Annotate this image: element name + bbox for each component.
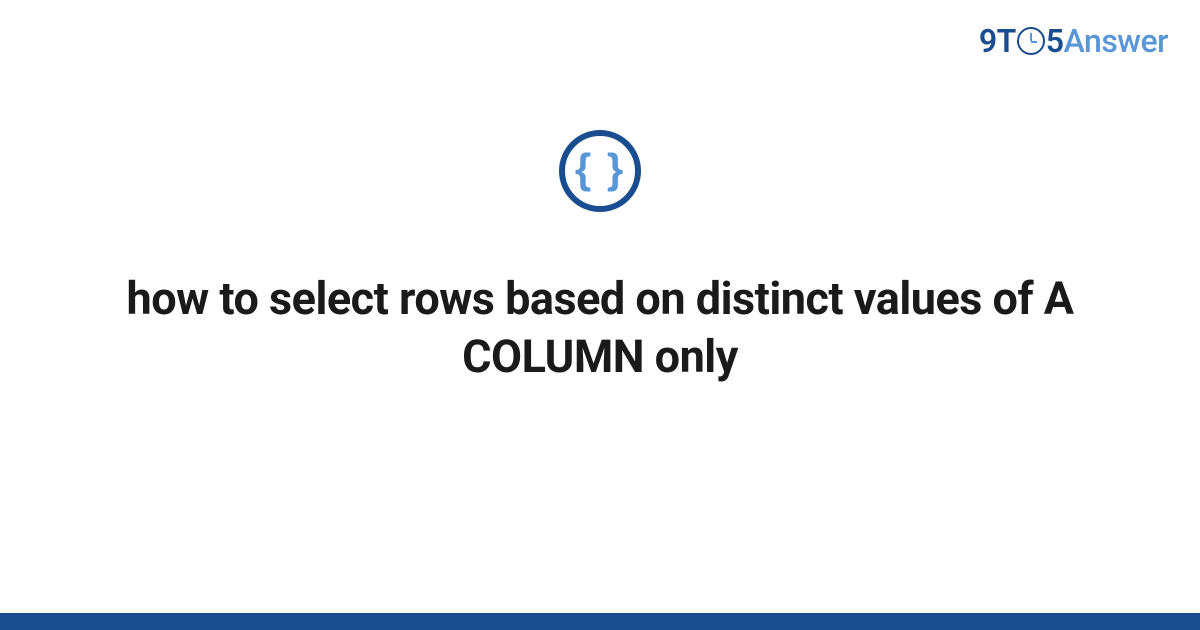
logo-text-prefix: 9T	[979, 22, 1016, 60]
braces-icon: { }	[575, 148, 625, 190]
question-title: how to select rows based on distinct val…	[120, 270, 1080, 385]
main-content: { } how to select rows based on distinct…	[0, 130, 1200, 385]
site-logo: 9T 5 Answer	[979, 22, 1168, 60]
logo-text-suffix: 5	[1046, 22, 1064, 60]
category-icon-circle: { }	[559, 130, 641, 212]
footer-bar	[0, 613, 1200, 630]
logo-text-word: Answer	[1064, 22, 1168, 60]
clock-icon	[1017, 27, 1045, 55]
